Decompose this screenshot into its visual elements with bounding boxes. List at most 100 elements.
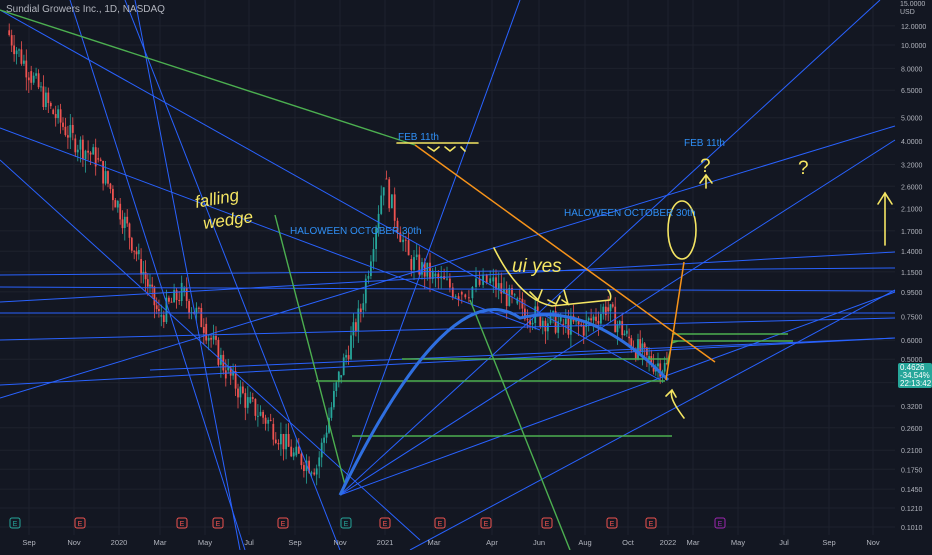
chart-background (0, 0, 932, 550)
chart-area[interactable]: falling wedge HALOWEEN OCTOBER 30th HALO… (0, 0, 932, 551)
candle-body (64, 126, 67, 136)
candle-body (404, 239, 407, 241)
candle-body (372, 249, 375, 262)
candle-body (170, 301, 173, 303)
candle-body (567, 318, 570, 335)
candle-body (482, 274, 484, 285)
candle-body (513, 294, 516, 296)
candle-body (621, 321, 624, 336)
price-tick-label: 0.1010 (901, 525, 923, 532)
candle-body (518, 298, 521, 300)
candle-body (345, 355, 347, 358)
candle-body (140, 259, 142, 275)
candle-body (531, 322, 534, 325)
candle-body (272, 423, 275, 440)
candle-body (359, 308, 362, 312)
price-tick-label: 10.0000 (901, 43, 926, 50)
price-tick-label: 0.1450 (901, 487, 923, 494)
candle-body (262, 411, 264, 418)
candle-body (347, 355, 350, 360)
candle-body (175, 290, 178, 300)
price-tick-label: 0.6000 (901, 338, 923, 345)
candle-body (32, 75, 35, 83)
candle-body (282, 434, 285, 450)
candle-body (114, 200, 117, 208)
candle-body (62, 122, 64, 127)
candle-body (318, 457, 321, 467)
candle-body (99, 159, 102, 161)
price-axis-unit: USD (900, 9, 915, 16)
price-tick-label: 8.0000 (901, 66, 923, 73)
candle-body (335, 382, 338, 391)
question-mark-2: ? (798, 158, 809, 179)
time-tick-label: Sep (288, 538, 301, 547)
candle-body (604, 306, 607, 316)
candle-body (362, 303, 365, 310)
candle-body (76, 149, 79, 153)
candle-body (162, 315, 165, 322)
candle-body (410, 259, 413, 270)
candle-body (257, 415, 259, 417)
candle-body (380, 195, 383, 214)
candle-body (325, 432, 328, 438)
earnings-marker-label: E (718, 521, 723, 528)
candle-body (207, 337, 210, 341)
candle-body (112, 188, 114, 201)
candle-body (151, 284, 154, 287)
candle-body (155, 305, 158, 310)
candle-body (144, 271, 147, 280)
candle-body (592, 316, 595, 321)
candle-body (116, 201, 119, 208)
candle-body (382, 187, 385, 196)
time-tick-label: 2022 (660, 538, 677, 547)
candle-body (526, 319, 529, 321)
time-tick-label: Sep (822, 538, 835, 547)
halloween-label-right: HALOWEEN OCTOBER 30th (564, 208, 696, 219)
candle-body (42, 86, 45, 107)
candle-body (79, 139, 82, 150)
candle-body (547, 323, 549, 332)
candle-body (342, 357, 345, 376)
chart-canvas[interactable]: falling wedge HALOWEEN OCTOBER 30th HALO… (0, 0, 932, 551)
time-tick-label: May (198, 538, 212, 547)
earnings-marker-label: E (78, 521, 83, 528)
candle-body (388, 179, 391, 209)
earnings-marker-label: E (13, 521, 18, 528)
candle-body (67, 135, 69, 138)
candle-body (500, 283, 503, 294)
candle-body (249, 397, 252, 403)
time-tick-label: Aug (578, 538, 591, 547)
price-tick-label: 12.0000 (901, 24, 926, 31)
time-tick-label: 2021 (377, 538, 394, 547)
halloween-label-left: HALOWEEN OCTOBER 30th (290, 226, 422, 237)
candle-body (454, 296, 457, 298)
candle-body (297, 446, 300, 454)
candle-body (582, 325, 585, 336)
candle-body (104, 171, 107, 184)
candle-body (426, 262, 429, 277)
candle-body (505, 289, 508, 306)
symbol-title[interactable]: Sundial Growers Inc., 1D, NASDAQ (6, 4, 165, 15)
price-tick-label: 1.7000 (901, 229, 923, 236)
price-tick-label: 5.0000 (901, 116, 923, 123)
candle-body (269, 419, 272, 421)
candle-body (215, 336, 217, 340)
candle-body (352, 322, 355, 336)
candle-body (340, 375, 343, 378)
current-price-time: 22:13:42 (900, 379, 932, 388)
candle-body (552, 311, 554, 313)
candle-body (74, 138, 77, 153)
price-tick-label: 2.1000 (901, 207, 923, 214)
price-tick-label: 1.1500 (901, 270, 923, 277)
time-tick-label: Apr (486, 538, 498, 547)
candle-body (657, 363, 659, 367)
candle-body (239, 386, 242, 398)
candle-body (277, 443, 280, 445)
candle-body (246, 397, 249, 408)
candle-body (251, 397, 254, 399)
price-tick-label: 0.7500 (901, 315, 923, 322)
candle-body (259, 411, 262, 416)
candle-body (178, 300, 181, 301)
candle-body (407, 240, 410, 256)
candle-body (52, 109, 55, 114)
